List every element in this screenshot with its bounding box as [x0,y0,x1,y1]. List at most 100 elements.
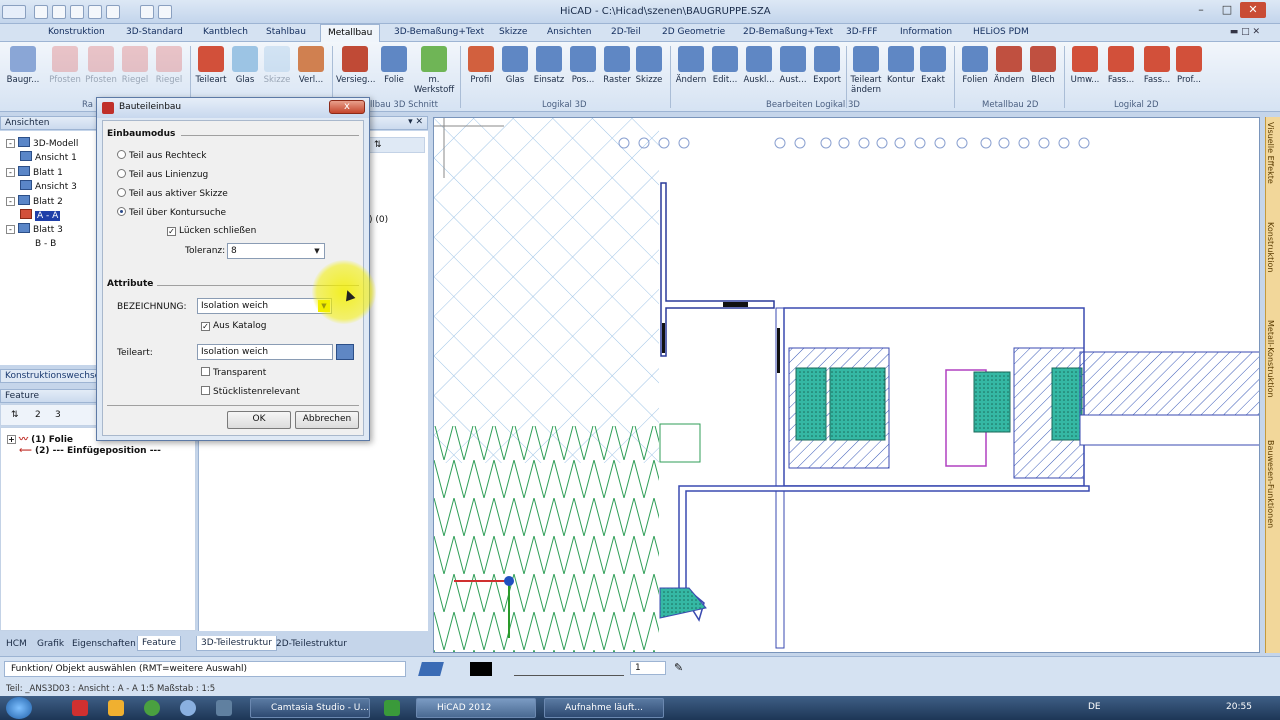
sidebar-tab-visuelle-effekte[interactable]: Visuelle Effekte [1266,122,1275,184]
baugruppe-button[interactable]: Baugr... [4,46,42,85]
tab-stahlbau[interactable]: Stahlbau [266,27,306,37]
profil-button[interactable]: Profil [462,46,500,85]
sidebar-tab-metall-konstruktion[interactable]: Metall-Konstruktion [1266,320,1275,398]
edit-button[interactable]: Edit... [706,46,744,85]
undo-icon[interactable] [106,5,120,19]
tree-item-blatt2[interactable]: - Blatt 2 [6,195,63,207]
tab-ansichten[interactable]: Ansichten [547,27,591,37]
export-button[interactable]: Export [808,46,846,85]
tab-eigenschaften[interactable]: Eigenschaften [68,637,140,651]
tab-3d-bemassung[interactable]: 3D-Bemaßung+Text [394,27,484,37]
app-icon[interactable] [384,700,400,716]
aendern-button[interactable]: Ändern [672,46,710,85]
radio[interactable] [117,150,126,159]
drawing-canvas[interactable] [433,117,1260,653]
app-icon[interactable] [216,700,232,716]
cancel-button[interactable]: Abbrechen [295,411,359,429]
cursor-icon[interactable] [140,5,154,19]
sort-icon[interactable]: ⇅ [374,140,382,150]
tree-item-b-b[interactable]: B - B [20,237,56,249]
minimize-button[interactable]: – [1188,2,1214,18]
verl-button[interactable]: Verl... [292,46,330,85]
option-kontursuche[interactable]: Teil über Kontursuche [117,207,226,218]
taskbar-item-aufnahme[interactable]: Aufnahme läuft... [544,698,664,718]
taskbar-item-hicad[interactable]: HiCAD 2012 [416,698,536,718]
fassade-button[interactable]: Fass... [1102,46,1140,85]
skizze-button[interactable]: Skizze [258,46,296,85]
ok-button[interactable]: OK [227,411,291,429]
blech-button[interactable]: Blech [1024,46,1062,85]
tab-2d-teilestruktur[interactable]: 2D-Teilestruktur [272,637,351,651]
tab-konstruktion[interactable]: Konstruktion [48,27,105,37]
line-width-select[interactable]: 1 [630,661,666,675]
tab-2d-bemassung[interactable]: 2D-Bemaßung+Text [743,27,833,37]
tab-3d-teilestruktur[interactable]: 3D-Teilestruktur [196,636,277,651]
panel-close-icon[interactable]: ▾ ✕ [408,117,423,127]
clock[interactable]: 20:55 [1226,702,1252,712]
tab-grafik[interactable]: Grafik [33,637,68,651]
ausklinken-button[interactable]: Auskl... [740,46,778,85]
dialog-close-button[interactable]: x [329,100,365,114]
tab-3d-standard[interactable]: 3D-Standard [126,27,183,37]
tree-item-blatt1[interactable]: - Blatt 1 [6,166,63,178]
tree-item-a-a[interactable]: A - A [20,209,61,221]
bezeichnung-select[interactable]: Isolation weich▼ [197,298,332,314]
radio-selected[interactable] [117,207,126,216]
aus-katalog-checkbox[interactable]: ✓ Aus Katalog [201,321,266,331]
tab-helios-pdm[interactable]: HELiOS PDM [973,27,1029,37]
sidebar-tab-bauwesen[interactable]: Bauwesen-Funktionen [1266,440,1275,528]
tab-metallbau[interactable]: Metallbau [320,24,381,42]
option-linienzug[interactable]: Teil aus Linienzug [117,169,208,180]
versiegelung-button[interactable]: Versieg... [336,46,375,85]
austauschen-button[interactable]: Aust... [774,46,812,85]
maximize-button[interactable]: □ [1214,2,1240,18]
app-menu-button[interactable] [2,5,26,19]
logikal-glas-button[interactable]: Glas [496,46,534,85]
einsatz-button[interactable]: Einsatz [530,46,568,85]
layer-icon[interactable] [418,662,444,676]
tab-3d-fff[interactable]: 3D-FFF [846,27,877,37]
close-window-button[interactable]: ✕ [1240,2,1266,18]
tree-item-ansicht1[interactable]: Ansicht 1 [20,151,77,163]
teileart-field[interactable]: Isolation weich [197,344,333,360]
dropdown-icon[interactable] [158,5,172,19]
tab-information[interactable]: Information [900,27,952,37]
riegel-button-2[interactable]: Riegel [150,46,188,85]
taskbar-item-camtasia[interactable]: Camtasia Studio - U... [250,698,370,718]
sidebar-tab-konstruktion[interactable]: Konstruktion [1266,222,1275,272]
tab-kantblech[interactable]: Kantblech [203,27,248,37]
tab-skizze[interactable]: Skizze [499,27,527,37]
checkbox-checked[interactable]: ✓ [167,227,176,236]
toleranz-select[interactable]: 8 ▼ [227,243,325,259]
pfosten-button-2[interactable]: Pfosten [82,46,120,85]
feature-sort-icon[interactable]: ⇅ [11,410,19,420]
pfosten-button[interactable]: Pfosten [46,46,84,85]
logikal-skizze-button[interactable]: Skizze [630,46,668,85]
open-icon[interactable] [52,5,66,19]
teileart-aendern-button[interactable]: Teileart ändern [848,46,884,95]
folien-button[interactable]: Folien [956,46,994,85]
feature-item-einfuegeposition[interactable]: ⟵ (2) --- Einfügeposition --- [19,446,161,456]
chrome-icon[interactable] [144,700,160,716]
profil-2d-button[interactable]: Prof... [1170,46,1208,85]
color-swatch[interactable] [470,662,492,676]
app-icon[interactable] [108,700,124,716]
position-button[interactable]: Pos... [564,46,602,85]
save-icon[interactable] [88,5,102,19]
app-icon[interactable] [72,700,88,716]
app-icon[interactable] [180,700,196,716]
option-rechteck[interactable]: Teil aus Rechteck [117,150,206,161]
werkstoff-button[interactable]: m. Werkstoff [412,46,456,95]
luecken-checkbox[interactable]: ✓ Lücken schließen [167,226,256,236]
transparent-checkbox[interactable]: Transparent [201,367,266,378]
line-style-select[interactable] [514,662,624,676]
checkbox[interactable] [201,367,210,376]
tree-item-3d-modell[interactable]: -3D-Modell [6,137,78,149]
stuecklistenrelevant-checkbox[interactable]: Stücklistenrelevant [201,386,300,397]
structure-toolbar[interactable]: ⇅ [369,137,425,153]
catalog-browse-icon[interactable] [336,344,354,360]
tab-2d-teil[interactable]: 2D-Teil [611,27,641,37]
folder-icon[interactable] [70,5,84,19]
option-aktive-skizze[interactable]: Teil aus aktiver Skizze [117,188,228,199]
command-prompt[interactable]: Funktion/ Objekt auswählen (RMT=weitere … [4,661,406,677]
